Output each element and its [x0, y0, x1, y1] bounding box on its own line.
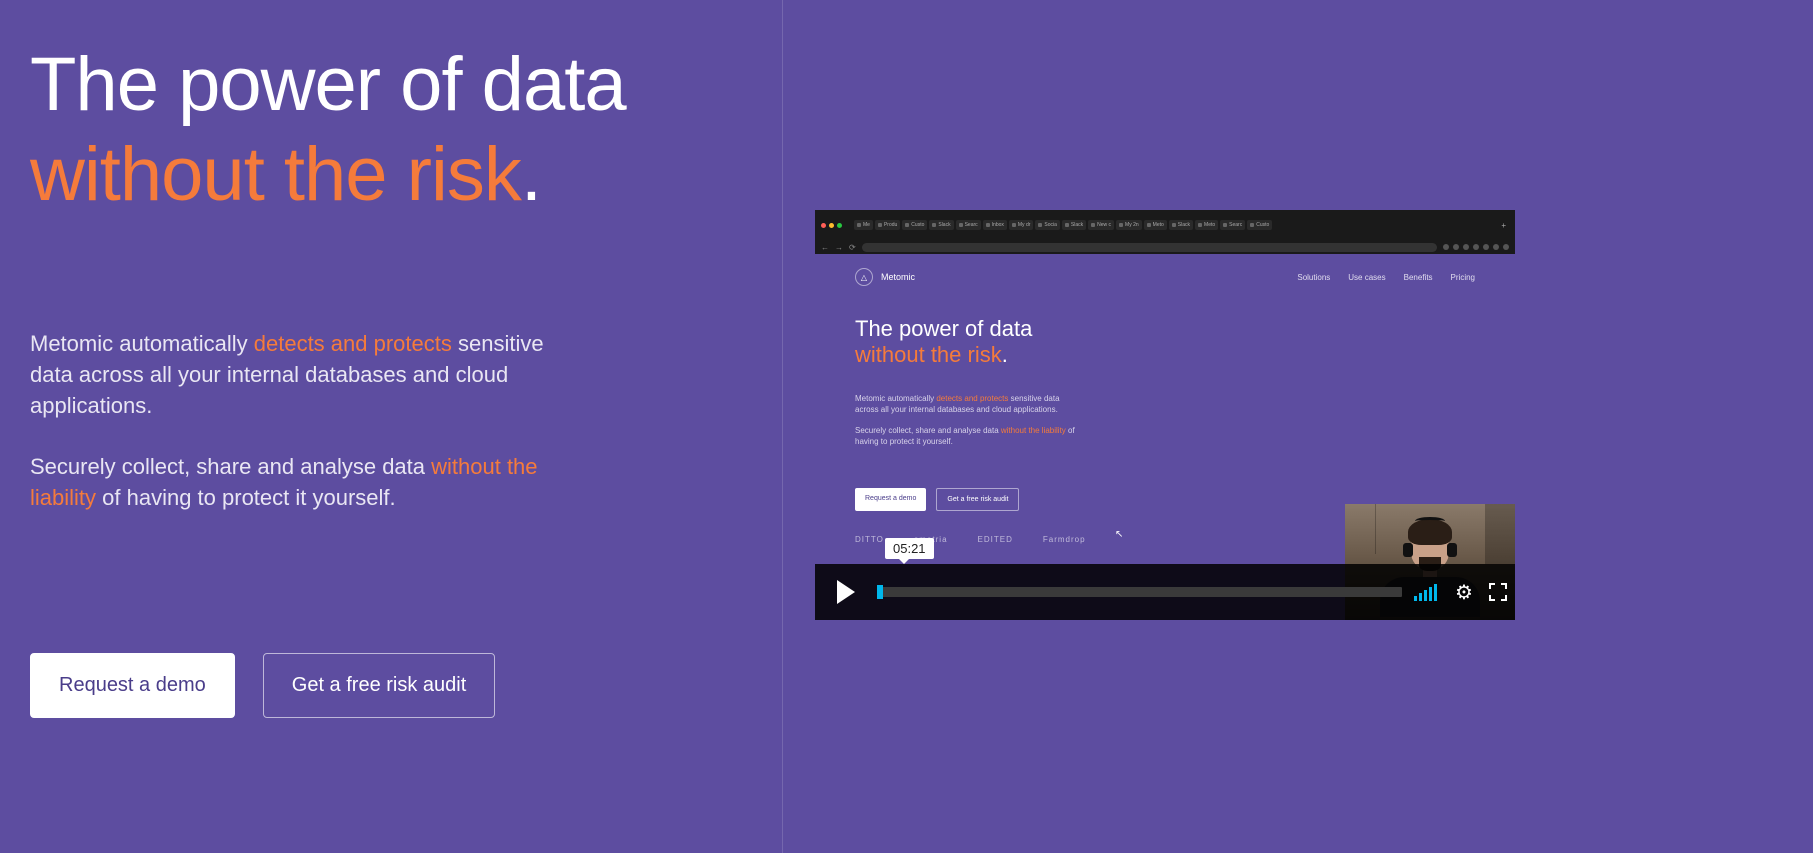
- hero-headline: The power of data without the risk.: [30, 40, 710, 219]
- browser-tab: Socia: [1035, 220, 1060, 230]
- minimize-dot-icon: [829, 223, 834, 228]
- inner-nav-links: Solutions Use cases Benefits Pricing: [1297, 273, 1475, 282]
- partner-logo: EDITED: [978, 535, 1013, 544]
- video-controls: 05:21 ⚙: [815, 564, 1515, 620]
- volume-bar-icon: [1429, 587, 1432, 601]
- forward-arrow-icon: →: [835, 243, 843, 252]
- close-dot-icon: [821, 223, 826, 228]
- inner-nav-link: Pricing: [1451, 273, 1475, 282]
- free-risk-audit-button[interactable]: Get a free risk audit: [263, 653, 496, 718]
- browser-tab: My dr: [1009, 220, 1034, 230]
- fullscreen-button[interactable]: [1487, 581, 1509, 603]
- headline-line1: The power of data: [30, 42, 626, 127]
- inner-brand: Metomic: [881, 272, 915, 282]
- ext-icon: [1463, 244, 1469, 250]
- headline-dot: .: [521, 132, 541, 217]
- vertical-divider: [782, 0, 783, 853]
- browser-tab: Slack: [1169, 220, 1193, 230]
- inner-logo: △ Metomic: [855, 268, 915, 286]
- hero-subtext: Metomic automatically detects and protec…: [30, 329, 590, 513]
- partner-logo: Farmdrop: [1043, 535, 1086, 544]
- browser-tab-bar: MeProduCustoSlackSearcInboxMy drSociaSla…: [815, 210, 1515, 240]
- browser-address-row: ← → ⟳: [815, 240, 1515, 254]
- ext-icon: [1483, 244, 1489, 250]
- inner-nav-link: Use cases: [1348, 273, 1385, 282]
- inner-nav-link: Solutions: [1297, 273, 1330, 282]
- time-tooltip: 05:21: [885, 538, 934, 559]
- progress-bar[interactable]: [877, 587, 1402, 597]
- headline-line2: without the risk: [30, 132, 521, 217]
- gear-icon: ⚙: [1455, 580, 1473, 605]
- inner-subtext: Metomic automatically detects and protec…: [855, 393, 1075, 448]
- settings-button[interactable]: ⚙: [1453, 581, 1475, 603]
- inner-headline: The power of data without the risk.: [855, 316, 1475, 369]
- volume-bar-icon: [1414, 596, 1417, 601]
- inner-request-demo-button: Request a demo: [855, 488, 926, 511]
- reload-icon: ⟳: [849, 243, 856, 252]
- browser-tab: Slack: [1062, 220, 1086, 230]
- ext-icon: [1503, 244, 1509, 250]
- browser-tab: Inbox: [983, 220, 1007, 230]
- volume-bar-icon: [1419, 593, 1422, 601]
- volume-control[interactable]: [1414, 583, 1437, 601]
- browser-tab: Searc: [956, 220, 981, 230]
- volume-bar-icon: [1424, 590, 1427, 601]
- inner-nav-link: Benefits: [1404, 273, 1433, 282]
- fullscreen-icon: [1489, 583, 1507, 601]
- partner-logo: DITTO: [855, 535, 884, 544]
- inner-free-risk-audit-button: Get a free risk audit: [936, 488, 1019, 511]
- cta-row: Request a demo Get a free risk audit: [30, 653, 710, 718]
- play-button[interactable]: [815, 564, 877, 620]
- headset-icon: [1415, 517, 1445, 525]
- subtext-para1: Metomic automatically detects and protec…: [30, 329, 590, 421]
- browser-tab: Me: [854, 220, 873, 230]
- cursor-icon: ↖: [1115, 529, 1123, 540]
- extension-icons: [1443, 244, 1509, 250]
- browser-tab: Produ: [875, 220, 900, 230]
- ext-icon: [1473, 244, 1479, 250]
- browser-tab: Meto: [1195, 220, 1218, 230]
- browser-tab: Searc: [1220, 220, 1245, 230]
- window-controls: [821, 223, 842, 228]
- video-player[interactable]: MeProduCustoSlackSearcInboxMy drSociaSla…: [815, 210, 1515, 620]
- progress-handle[interactable]: [877, 585, 883, 599]
- progress-bar-wrap: 05:21: [877, 564, 1408, 620]
- subtext-para2: Securely collect, share and analyse data…: [30, 452, 590, 514]
- browser-tab: Slack: [929, 220, 953, 230]
- browser-tabs: MeProduCustoSlackSearcInboxMy drSociaSla…: [854, 220, 1494, 230]
- request-demo-button[interactable]: Request a demo: [30, 653, 235, 718]
- new-tab-icon: +: [1498, 221, 1509, 230]
- ext-icon: [1443, 244, 1449, 250]
- browser-tab: Custo: [902, 220, 927, 230]
- volume-bar-icon: [1434, 584, 1437, 601]
- ext-icon: [1453, 244, 1459, 250]
- maximize-dot-icon: [837, 223, 842, 228]
- play-icon: [837, 580, 855, 604]
- logo-icon: △: [855, 268, 873, 286]
- address-bar: [862, 243, 1437, 252]
- browser-tab: Custo: [1247, 220, 1272, 230]
- hero-section: The power of data without the risk. Meto…: [30, 40, 710, 718]
- browser-tab: New c: [1088, 220, 1114, 230]
- inner-nav: △ Metomic Solutions Use cases Benefits Pric…: [855, 268, 1475, 286]
- back-arrow-icon: ←: [821, 243, 829, 252]
- browser-tab: My 2n: [1116, 220, 1142, 230]
- ext-icon: [1493, 244, 1499, 250]
- browser-tab: Meto: [1144, 220, 1167, 230]
